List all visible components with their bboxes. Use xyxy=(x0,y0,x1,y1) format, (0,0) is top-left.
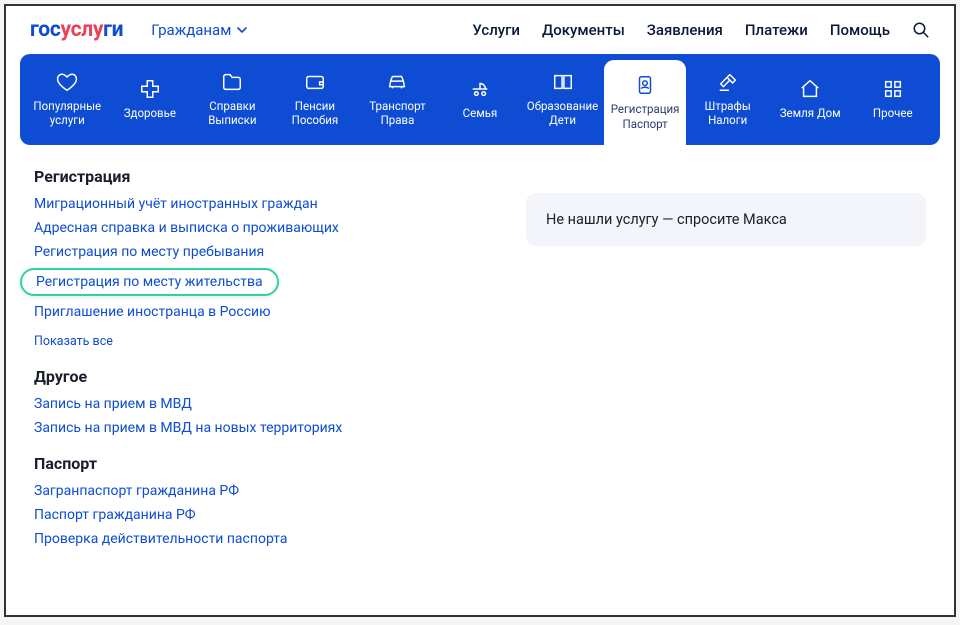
folder-icon xyxy=(221,71,243,93)
category-bar: Популярные услуги Здоровье Справки Выпис… xyxy=(20,54,940,145)
category-fines[interactable]: Штрафы Налоги xyxy=(686,54,769,145)
link-mvd-new-territories[interactable]: Запись на прием в МВД на новых территори… xyxy=(34,420,466,436)
heart-icon xyxy=(56,71,78,93)
gavel-icon xyxy=(717,71,739,93)
nav-help[interactable]: Помощь xyxy=(830,21,890,39)
link-passport-validity[interactable]: Проверка действительности паспорта xyxy=(34,531,466,547)
car-icon xyxy=(386,71,408,93)
section-passport-title: Паспорт xyxy=(34,454,466,473)
link-international-passport[interactable]: Загранпаспорт гражданина РФ xyxy=(34,483,466,499)
citizens-dropdown[interactable]: Гражданам xyxy=(151,21,247,39)
category-registration-passport[interactable]: Регистрация Паспорт xyxy=(604,60,687,146)
grid-icon xyxy=(882,78,904,100)
category-family[interactable]: Семья xyxy=(439,54,522,145)
main-content: Регистрация Миграционный учёт иностранны… xyxy=(6,145,954,577)
category-land-home[interactable]: Земля Дом xyxy=(769,54,852,145)
nav-documents[interactable]: Документы xyxy=(542,21,625,39)
plus-medical-icon xyxy=(139,78,161,100)
passport-icon xyxy=(634,74,656,96)
category-popular[interactable]: Популярные услуги xyxy=(26,54,109,145)
chevron-down-icon xyxy=(237,27,247,33)
nav-applications[interactable]: Заявления xyxy=(647,21,723,39)
category-other[interactable]: Прочее xyxy=(851,54,934,145)
search-icon xyxy=(912,21,930,39)
logo[interactable]: госуслуги xyxy=(30,18,123,42)
category-transport[interactable]: Транспорт Права xyxy=(356,54,439,145)
link-migration-account[interactable]: Миграционный учёт иностранных граждан xyxy=(34,196,466,212)
category-education[interactable]: Образование Дети xyxy=(521,54,604,145)
section-other-title: Другое xyxy=(34,367,466,386)
house-icon xyxy=(799,78,821,100)
show-all-registration[interactable]: Показать все xyxy=(34,334,113,349)
link-invite-foreigner[interactable]: Приглашение иностранца в Россию xyxy=(34,304,466,320)
ask-max-box[interactable]: Не нашли услугу — спросите Макса xyxy=(526,193,926,246)
nav-links: Услуги Документы Заявления Платежи Помощ… xyxy=(472,21,930,39)
category-certificates[interactable]: Справки Выписки xyxy=(191,54,274,145)
right-column: Не нашли услугу — спросите Макса xyxy=(526,167,926,555)
book-icon xyxy=(552,71,574,93)
link-mvd-appointment[interactable]: Запись на прием в МВД xyxy=(34,396,466,412)
stroller-icon xyxy=(469,78,491,100)
search-button[interactable] xyxy=(912,21,930,39)
nav-services[interactable]: Услуги xyxy=(472,21,520,39)
link-citizen-passport[interactable]: Паспорт гражданина РФ xyxy=(34,507,466,523)
link-registration-stay[interactable]: Регистрация по месту пребывания xyxy=(34,244,466,260)
header: госуслуги Гражданам Услуги Документы Зая… xyxy=(6,6,954,54)
nav-payments[interactable]: Платежи xyxy=(745,21,808,39)
left-column: Регистрация Миграционный учёт иностранны… xyxy=(34,167,466,555)
category-pensions[interactable]: Пенсии Пособия xyxy=(274,54,357,145)
link-address-certificate[interactable]: Адресная справка и выписка о проживающих xyxy=(34,220,466,236)
ask-max-text: Не нашли услугу — спросите Макса xyxy=(546,211,787,228)
citizens-label: Гражданам xyxy=(151,21,231,39)
category-health[interactable]: Здоровье xyxy=(109,54,192,145)
wallet-icon xyxy=(304,71,326,93)
link-registration-residence[interactable]: Регистрация по месту жительства xyxy=(20,268,279,296)
section-registration-title: Регистрация xyxy=(34,167,466,186)
